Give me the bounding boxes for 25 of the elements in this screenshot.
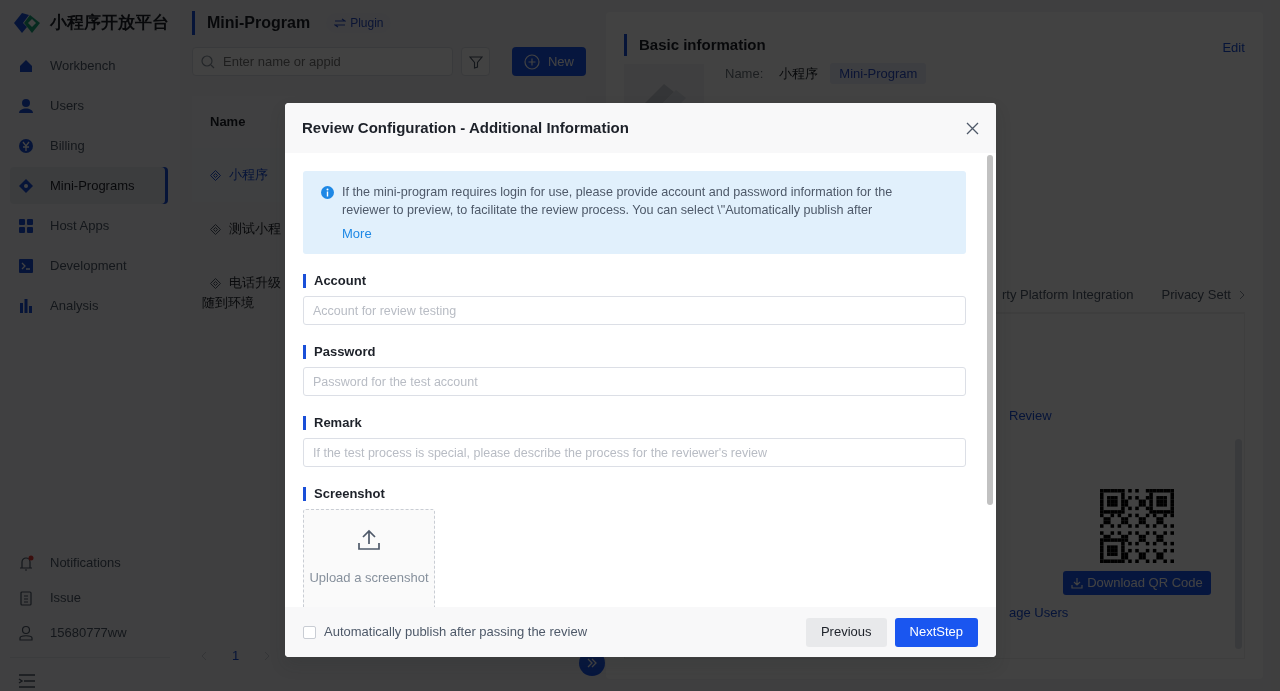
checkbox-label: Automatically publish after passing the review bbox=[324, 623, 588, 642]
scrollbar[interactable] bbox=[987, 155, 993, 505]
next-button[interactable]: NextStep bbox=[894, 617, 978, 647]
column-header: Name bbox=[210, 113, 246, 132]
more-link[interactable]: More bbox=[342, 224, 372, 244]
page-number[interactable]: 1 bbox=[232, 646, 240, 666]
text-field[interactable]: Password for the test account bbox=[303, 367, 966, 396]
field-label: Password bbox=[303, 345, 966, 359]
checkbox[interactable] bbox=[303, 625, 316, 639]
close-icon bbox=[966, 121, 979, 135]
field-label: Account bbox=[303, 274, 966, 288]
upload-icon bbox=[357, 528, 381, 552]
upload-label: Upload a screenshot bbox=[309, 569, 429, 587]
field-value: 小程序 bbox=[779, 64, 819, 83]
text-field[interactable]: Account for review testing bbox=[303, 296, 966, 325]
upload-box[interactable]: Upload a screenshot bbox=[303, 509, 435, 607]
app-name: 小程序开放平台 bbox=[50, 12, 169, 35]
info-icon bbox=[321, 186, 334, 199]
dialog-title: Review Configuration - Additional Information bbox=[302, 117, 629, 138]
field-label: Remark bbox=[303, 416, 966, 430]
alert-text: If the mini-program requires login for use, please provide account and password information for the reviewer to preview, to facilitate the review process. You can select \"Automatically publish after bbox=[342, 184, 894, 219]
previous-button[interactable]: Previous bbox=[805, 617, 887, 647]
field-label: Screenshot bbox=[303, 487, 966, 501]
text-field[interactable]: If the test process is special, please describe the process for the reviewer's review bbox=[303, 438, 966, 467]
close-button[interactable] bbox=[966, 121, 979, 135]
